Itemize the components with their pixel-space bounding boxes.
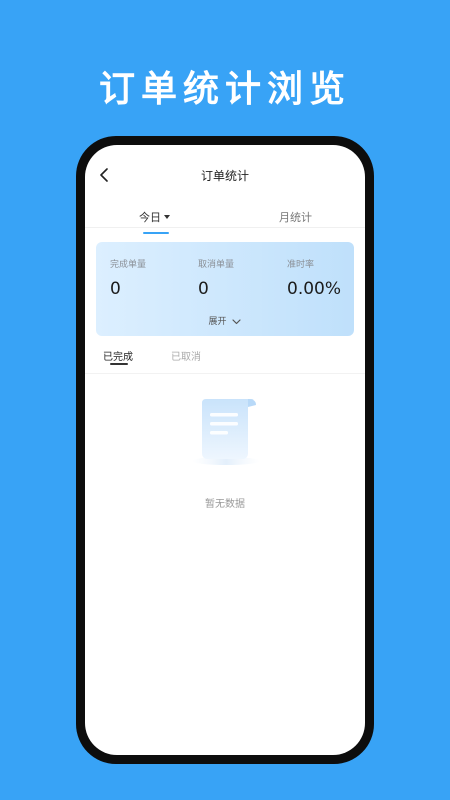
stat-completed: 完成单量 0 (110, 257, 146, 299)
stat-cancelled-label: 取消单量 (198, 260, 235, 270)
caret-down-icon (164, 215, 170, 219)
stat-ontime-value: 0.00% (287, 279, 342, 299)
stat-completed-value: 0 (110, 279, 121, 299)
nav-bar: 订单统计 (85, 145, 365, 201)
order-tab-indicator (110, 363, 128, 365)
tab-today[interactable]: 今日 (139, 209, 170, 225)
empty-state-text: 暂无数据 (205, 499, 245, 510)
empty-document-icon (192, 399, 260, 465)
app-screen: 订单统计 今日 月统计 完成单量 0 取消单量 0 准时率 0.00% 展开 已… (85, 145, 365, 755)
stat-ontime-label: 准时率 (287, 260, 315, 270)
promo-title: 订单统计浏览 (98, 69, 351, 110)
period-tabs: 今日 月统计 (85, 199, 365, 228)
chevron-down-icon (232, 318, 242, 324)
tab-cancelled[interactable]: 已取消 (171, 348, 201, 363)
tab-completed[interactable]: 已完成 (103, 348, 133, 363)
expand-button[interactable]: 展开 (96, 314, 354, 327)
active-tab-indicator (143, 232, 169, 234)
stat-cancelled-value: 0 (198, 279, 209, 299)
stat-cancelled: 取消单量 0 (198, 257, 234, 299)
expand-label: 展开 (208, 317, 227, 327)
stat-completed-label: 完成单量 (110, 260, 147, 270)
tab-month[interactable]: 月统计 (279, 209, 312, 225)
page-title: 订单统计 (200, 169, 249, 183)
stat-ontime: 准时率 0.00% (287, 257, 341, 299)
phone-frame: 订单统计 今日 月统计 完成单量 0 取消单量 0 准时率 0.00% 展开 已… (76, 136, 374, 764)
tab-month-label: 月统计 (279, 211, 312, 224)
stats-card: 完成单量 0 取消单量 0 准时率 0.00% 展开 (96, 242, 354, 336)
tab-today-label: 今日 (139, 211, 161, 224)
order-status-tabs: 已完成 已取消 (85, 345, 365, 374)
